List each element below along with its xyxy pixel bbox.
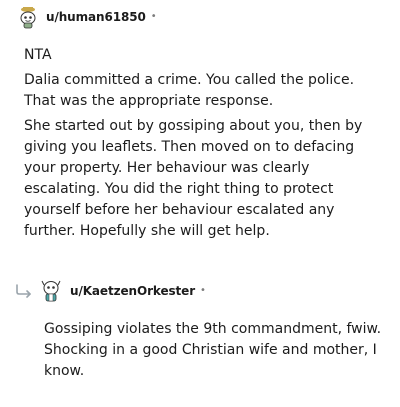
meta-separator: • bbox=[150, 11, 157, 22]
reply-arrow-icon bbox=[16, 284, 31, 298]
reply-paragraph: Gossiping violates the 9th commandment, … bbox=[44, 321, 382, 379]
comment-username[interactable]: u/human61850 bbox=[46, 10, 146, 24]
comment-paragraph: NTA bbox=[24, 47, 52, 63]
meta-separator: • bbox=[200, 285, 206, 296]
comment-paragraph: Dalia committed a crime. You called the … bbox=[24, 72, 355, 109]
reply-header: u/KaetzenOrkester • bbox=[14, 278, 206, 304]
comment-header: u/human61850 • bbox=[16, 4, 157, 30]
snoo-avatar-icon[interactable] bbox=[16, 5, 40, 29]
reply-username[interactable]: u/KaetzenOrkester bbox=[70, 284, 195, 298]
snoo-avatar-icon[interactable] bbox=[40, 279, 62, 303]
comment-paragraph: She started out by gossiping about you, … bbox=[24, 118, 363, 239]
